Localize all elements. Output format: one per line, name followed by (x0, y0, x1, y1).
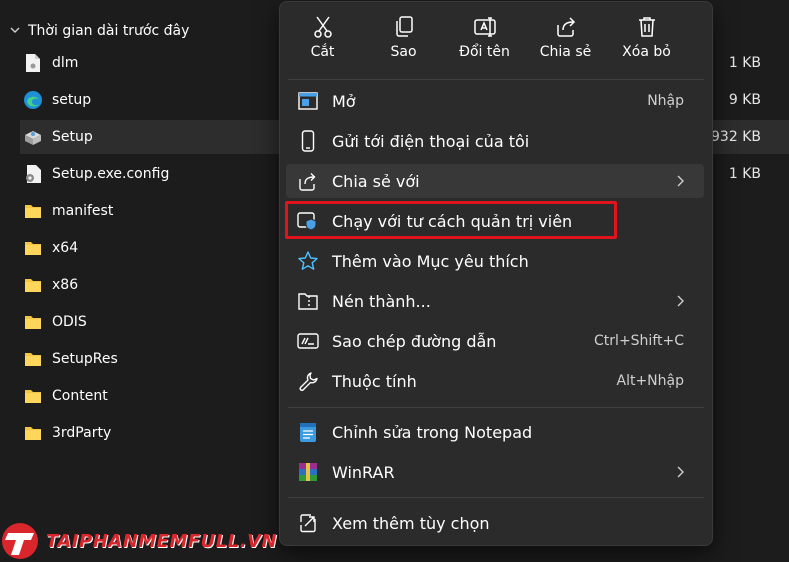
star-icon (296, 249, 320, 273)
rename-label: Đổi tên (459, 44, 510, 60)
folder-name: 3rdParty (52, 425, 112, 441)
watermark: TAIPHANMEMFULL.VN (0, 520, 277, 562)
group-label: Thời gian dài trước đây (28, 23, 190, 39)
folder-icon (22, 348, 44, 370)
menu-item-edit-notepad[interactable]: Chỉnh sửa trong Notepad (286, 415, 704, 449)
menu-item-shortcut: Nhập (647, 93, 684, 109)
file-name: Setup (52, 129, 93, 145)
context-menu: Cắt Sao Đổi tên Chia sẻ Xóa bỏ Mở Nhập G… (279, 1, 713, 546)
more-options-icon (296, 511, 320, 535)
delete-button[interactable]: Xóa bỏ (606, 2, 687, 78)
chevron-right-icon (677, 466, 684, 478)
copy-button[interactable]: Sao (363, 2, 444, 78)
menu-item-label: Xem thêm tùy chọn (332, 513, 490, 533)
config-file-icon (22, 163, 44, 185)
file-size: 9 KB (728, 92, 761, 108)
chevron-down-icon[interactable] (10, 26, 24, 37)
folder-icon (22, 311, 44, 333)
folder-name: ODIS (52, 314, 87, 330)
group-header[interactable]: Thời gian dài trước đây (10, 20, 189, 42)
file-size: 1 KB (728, 166, 761, 182)
installer-icon (22, 126, 44, 148)
trash-icon (636, 14, 658, 40)
scissors-icon (312, 14, 334, 40)
cut-button[interactable]: Cắt (282, 2, 363, 78)
file-size: .932 KB (706, 129, 761, 145)
folder-name: Content (52, 388, 108, 404)
edge-icon (22, 89, 44, 111)
menu-separator (288, 79, 704, 80)
menu-item-label: Chia sẻ với (332, 171, 420, 191)
menu-item-label: Gửi tới điện thoại của tôi (332, 131, 530, 151)
file-name: Setup.exe.config (52, 166, 170, 182)
menu-separator (288, 497, 704, 498)
menu-item-shortcut: Alt+Nhập (616, 373, 685, 389)
menu-item-copy-path[interactable]: Sao chép đường dẫn Ctrl+Shift+C (286, 324, 704, 358)
copy-path-icon (296, 329, 320, 353)
folder-icon (22, 237, 44, 259)
folder-name: manifest (52, 203, 114, 219)
menu-item-label: Thêm vào Mục yêu thích (332, 251, 529, 271)
rename-icon (473, 14, 497, 40)
file-name: dlm (52, 55, 79, 71)
folder-name: x86 (52, 277, 79, 293)
highlight-box (285, 201, 617, 239)
folder-icon (22, 274, 44, 296)
zip-folder-icon (296, 289, 320, 313)
context-menu-toolbar: Cắt Sao Đổi tên Chia sẻ Xóa bỏ (280, 2, 714, 78)
folder-icon (22, 422, 44, 444)
copy-icon (393, 14, 415, 40)
phone-icon (296, 129, 320, 153)
rename-button[interactable]: Đổi tên (444, 2, 525, 78)
menu-item-label: Chỉnh sửa trong Notepad (332, 422, 533, 442)
open-icon (296, 89, 320, 113)
winrar-icon (296, 460, 320, 484)
share-button[interactable]: Chia sẻ (525, 2, 606, 78)
file-name: setup (52, 92, 92, 108)
share-with-icon (296, 169, 320, 193)
menu-item-winrar[interactable]: WinRAR (286, 455, 704, 489)
folder-name: x64 (52, 240, 79, 256)
menu-item-label: Mở (332, 91, 356, 111)
menu-item-share-with[interactable]: Chia sẻ với (286, 164, 704, 198)
menu-item-open[interactable]: Mở Nhập (286, 84, 704, 118)
menu-separator (288, 407, 704, 408)
menu-item-send-to-phone[interactable]: Gửi tới điện thoại của tôi (286, 124, 704, 158)
file-size: 1 KB (728, 55, 761, 71)
menu-item-label: WinRAR (332, 462, 395, 482)
menu-item-properties[interactable]: Thuộc tính Alt+Nhập (286, 364, 704, 398)
menu-item-label: Thuộc tính (332, 371, 417, 391)
delete-label: Xóa bỏ (622, 44, 671, 60)
chevron-right-icon (677, 175, 684, 187)
chevron-right-icon (677, 295, 684, 307)
cut-label: Cắt (310, 44, 335, 60)
watermark-logo-icon (2, 523, 38, 559)
menu-item-label: Sao chép đường dẫn (332, 331, 497, 351)
file-icon (22, 52, 44, 74)
menu-item-label: Nén thành... (332, 291, 431, 311)
notepad-icon (296, 420, 320, 444)
menu-item-shortcut: Ctrl+Shift+C (594, 333, 684, 349)
share-label: Chia sẻ (539, 44, 592, 60)
folder-icon (22, 385, 44, 407)
copy-label: Sao (390, 44, 417, 60)
folder-name: SetupRes (52, 351, 118, 367)
menu-item-more-options[interactable]: Xem thêm tùy chọn (286, 506, 704, 540)
watermark-text: TAIPHANMEMFULL.VN (46, 530, 278, 552)
menu-item-add-favorites[interactable]: Thêm vào Mục yêu thích (286, 244, 704, 278)
wrench-icon (296, 369, 320, 393)
share-icon (555, 14, 577, 40)
menu-item-compress[interactable]: Nén thành... (286, 284, 704, 318)
folder-icon (22, 200, 44, 222)
